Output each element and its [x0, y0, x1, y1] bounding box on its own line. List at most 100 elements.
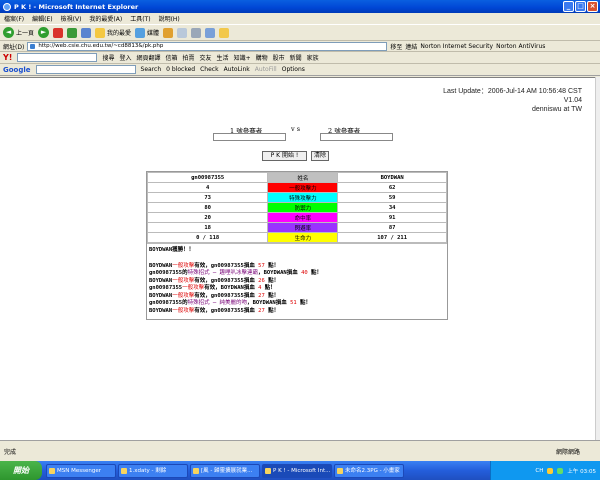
yahoo-home[interactable]: 家族: [307, 53, 319, 62]
right-value: 107 / 211: [337, 232, 447, 243]
stat-label: 一般攻擊力: [267, 182, 339, 193]
stop-icon[interactable]: [53, 27, 64, 38]
list-item: BOYDWAN一般攻擊有效，gn00987355損血 57 點！: [149, 262, 280, 269]
print-icon[interactable]: [191, 27, 202, 38]
links-label[interactable]: 連結: [405, 42, 417, 51]
clear-button[interactable]: 清除: [311, 151, 329, 161]
menu-view[interactable]: 檢視(V): [61, 14, 82, 23]
folder-icon[interactable]: [219, 27, 230, 38]
table-row: 4 一般攻擊力 62: [146, 182, 447, 193]
yahoo-search-input[interactable]: [17, 53, 98, 62]
minimize-button[interactable]: _: [563, 1, 574, 12]
maximize-button[interactable]: □: [575, 1, 586, 12]
media-icon: [135, 27, 146, 38]
table-header-row: gn00987355 姓名 BOYDWAN: [146, 172, 447, 183]
go-button[interactable]: 移至: [390, 42, 402, 51]
google-options[interactable]: Options: [282, 66, 305, 73]
google-search-button[interactable]: Search: [141, 66, 162, 73]
language-indicator[interactable]: CH: [535, 468, 543, 474]
battle-log: BOYDWAN獲勝！！ BOYDWAN一般攻擊有效，gn00987355損血 5…: [147, 243, 447, 319]
list-item: gn00987355的特殊招式 ─ 趣哩叭冰擊連霸，BOYDWAN損血 40 點…: [149, 270, 322, 276]
left-value: 18: [146, 222, 269, 233]
yahoo-auction[interactable]: 拍賣: [183, 53, 195, 62]
favorites-button[interactable]: 我的最愛: [95, 27, 131, 38]
address-label: 網址(D): [3, 43, 25, 51]
right-value: 59: [337, 192, 447, 203]
tray-icon[interactable]: [547, 467, 554, 474]
menu-bar: 檔案(F) 編輯(E) 檢視(V) 我的最愛(A) 工具(T) 說明(H): [0, 13, 600, 24]
history-icon[interactable]: [163, 27, 174, 38]
ie-icon: [3, 2, 11, 11]
yahoo-logo[interactable]: Y!: [3, 53, 12, 62]
page-viewport: Last Update：2006-Jul-14 AM 10:56:48 CST …: [0, 77, 595, 440]
star-icon: [95, 27, 106, 38]
back-button[interactable]: ◄ 上一頁: [3, 27, 34, 38]
yahoo-shopping[interactable]: 購物: [256, 53, 268, 62]
google-autolink[interactable]: AutoLink: [224, 66, 250, 73]
home-icon[interactable]: [81, 27, 92, 38]
right-value: 91: [337, 212, 447, 223]
menu-tools[interactable]: 工具(T): [130, 14, 150, 23]
norton-av-link[interactable]: Norton AntiVirus: [496, 43, 545, 50]
close-button[interactable]: ×: [587, 1, 598, 12]
google-logo[interactable]: Google: [3, 66, 31, 74]
mail-icon[interactable]: [177, 27, 188, 38]
address-bar: 網址(D) http://web.csie.chu.edu.tw/~cd8813…: [0, 41, 600, 52]
menu-help[interactable]: 說明(H): [159, 14, 180, 23]
author: denniswu at TW: [531, 106, 582, 113]
google-check[interactable]: Check: [200, 66, 218, 73]
yahoo-friends[interactable]: 交友: [200, 53, 212, 62]
stats-table: gn00987355 姓名 BOYDWAN 4 一般攻擊力 62 73 特殊攻擊…: [146, 172, 447, 243]
yahoo-toolbar: Y! 搜尋 登入 網頁翻譯 信箱 拍賣 交友 生活 知識+ 購物 股市 新聞 家…: [0, 52, 600, 64]
right-player-name: BOYDWAN: [337, 172, 447, 183]
menu-favorites[interactable]: 我的最愛(A): [89, 14, 122, 23]
menu-file[interactable]: 檔案(F): [4, 14, 24, 23]
google-search-input[interactable]: [35, 65, 136, 74]
status-bar: 完成 網際網路: [0, 440, 600, 461]
address-input[interactable]: http://web.csie.chu.edu.tw/~cd8813&/pk.p…: [27, 41, 388, 51]
last-update: Last Update：2006-Jul-14 AM 10:56:48 CST: [443, 88, 582, 95]
clock: 上午 03:05: [567, 468, 596, 475]
yahoo-login[interactable]: 登入: [119, 53, 131, 62]
google-autofill[interactable]: AutoFill: [255, 66, 277, 73]
table-row: 18 閃避率 87: [146, 222, 447, 233]
refresh-icon[interactable]: [67, 27, 78, 38]
pk-start-button[interactable]: P K 開始 !: [262, 151, 307, 161]
task-msn[interactable]: MSN Messenger: [46, 463, 116, 478]
player2-input[interactable]: [320, 133, 393, 141]
pk-result-panel: gn00987355 姓名 BOYDWAN 4 一般攻擊力 62 73 特殊攻擊…: [146, 171, 448, 320]
task-forum[interactable]: [風 - 歸靈擴展就業...: [190, 463, 260, 478]
stat-label: 命中率: [267, 212, 339, 223]
table-row: 80 防禦力 34: [146, 202, 447, 213]
left-value: 80: [146, 202, 269, 213]
system-tray: CH 上午 03:05: [490, 461, 600, 480]
media-button[interactable]: 媒體: [135, 27, 159, 38]
player1-input[interactable]: [213, 133, 286, 141]
right-value: 62: [337, 182, 447, 193]
task-ie[interactable]: P K ! - Microsoft Int...: [262, 463, 332, 478]
menu-edit[interactable]: 編輯(E): [32, 14, 52, 23]
task-paint[interactable]: 未命名2.3PG - 小畫家: [334, 463, 404, 478]
left-value: 4: [146, 182, 269, 193]
left-player-name: gn00987355: [146, 172, 269, 183]
yahoo-translate[interactable]: 網頁翻譯: [136, 53, 160, 62]
google-blocked[interactable]: 0 blocked: [166, 66, 195, 73]
status-zone: 網際網路: [555, 448, 580, 456]
yahoo-mail[interactable]: 信箱: [166, 53, 178, 62]
task-xdaty[interactable]: 1.xdaty - 剩餘: [118, 463, 188, 478]
edit-icon[interactable]: [205, 27, 216, 38]
norton-is-link[interactable]: Norton Internet Security: [420, 43, 493, 50]
table-row: 20 命中率 91: [146, 212, 447, 223]
start-button[interactable]: 開始: [0, 461, 42, 480]
yahoo-search-button[interactable]: 搜尋: [102, 53, 114, 62]
yahoo-knowledge[interactable]: 知識+: [234, 53, 251, 62]
left-value: 20: [146, 212, 269, 223]
tray-icon[interactable]: [557, 467, 564, 474]
forward-button[interactable]: ►: [38, 27, 50, 38]
yahoo-life[interactable]: 生活: [217, 53, 229, 62]
back-arrow-icon: ◄: [3, 27, 14, 38]
yahoo-stock[interactable]: 股市: [273, 53, 285, 62]
yahoo-news[interactable]: 新聞: [290, 53, 302, 62]
update-info: Last Update：2006-Jul-14 AM 10:56:48 CST …: [443, 87, 582, 114]
vertical-scrollbar[interactable]: [595, 77, 600, 440]
